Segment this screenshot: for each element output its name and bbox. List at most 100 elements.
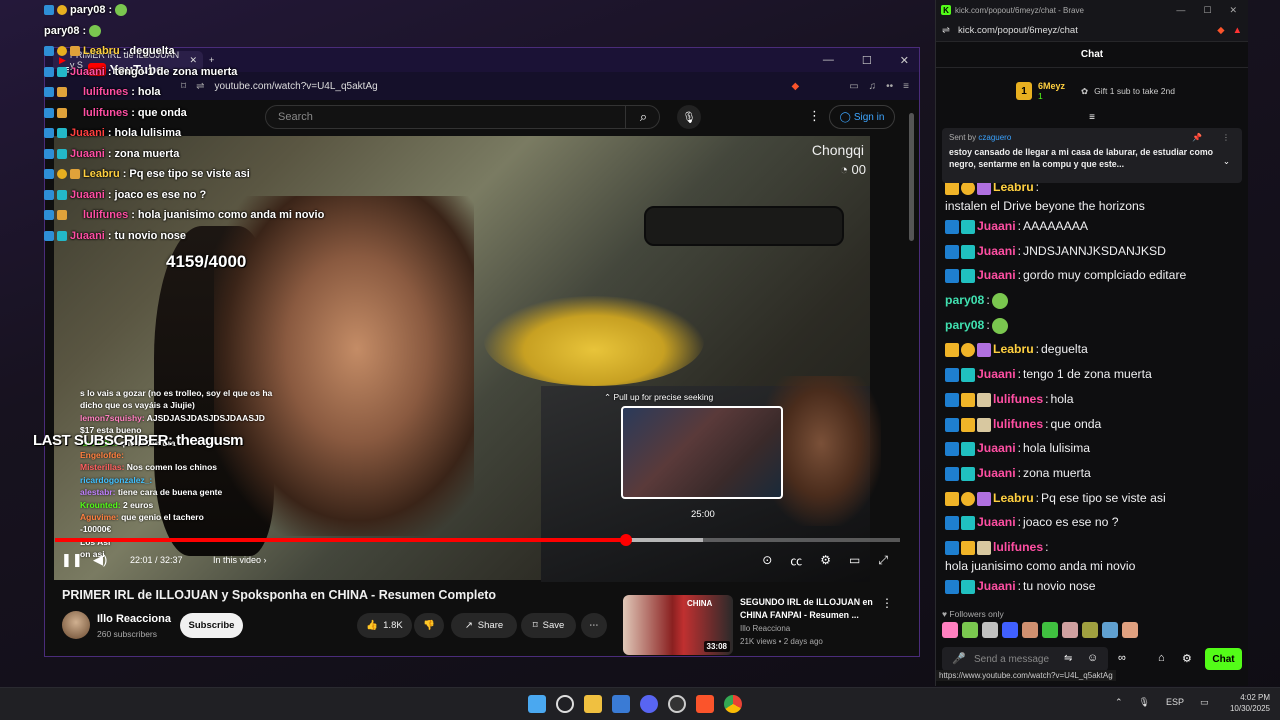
- menu-icon[interactable]: ≡: [903, 81, 909, 92]
- points-icon[interactable]: ∞: [1118, 652, 1126, 664]
- voice-search-button[interactable]: 🎙: [677, 105, 701, 129]
- file-explorer-icon[interactable]: [584, 695, 602, 713]
- chat-message[interactable]: Juaani: hola lulisima: [945, 437, 1235, 462]
- collapse-icon[interactable]: ≡: [936, 112, 1248, 123]
- recommended-thumbnail[interactable]: CHINA 33:08: [623, 595, 733, 655]
- store-icon[interactable]: [612, 695, 630, 713]
- chat-message[interactable]: pary08:: [945, 314, 1235, 339]
- channel-name[interactable]: Illo Reacciona: [97, 613, 171, 625]
- chat-settings-icon[interactable]: ⚙: [1182, 652, 1192, 665]
- emote-icon[interactable]: [1122, 622, 1138, 638]
- pinned-menu-icon[interactable]: ⋮: [1222, 133, 1230, 142]
- scrollbar-thumb[interactable]: [909, 113, 914, 241]
- site-info-icon[interactable]: ⇌: [942, 25, 950, 36]
- chat-message[interactable]: Leabru: deguelta: [945, 338, 1235, 363]
- minimize-button[interactable]: —: [823, 54, 834, 67]
- channel-avatar[interactable]: [62, 611, 90, 639]
- more-actions-button[interactable]: ⋯: [581, 613, 607, 638]
- kick-maximize-button[interactable]: ☐: [1203, 5, 1211, 16]
- chat-username[interactable]: lulifunes: [993, 391, 1043, 408]
- subscribe-button[interactable]: Subscribe: [180, 613, 243, 638]
- gift-text[interactable]: Gift 1 sub to take 2nd: [1094, 86, 1175, 96]
- chat-message[interactable]: pary08:: [945, 289, 1235, 314]
- autoplay-toggle[interactable]: ⊙: [762, 553, 772, 567]
- close-window-button[interactable]: ✕: [900, 54, 909, 67]
- emote-icon[interactable]: [1002, 622, 1018, 638]
- chat-message[interactable]: lulifunes: hola juanisimo como anda mi n…: [945, 536, 1235, 575]
- chat-message[interactable]: lulifunes: que onda: [945, 413, 1235, 438]
- volume-icon[interactable]: ◀): [93, 552, 107, 568]
- emote-icon[interactable]: [1042, 622, 1058, 638]
- chevron-up-icon[interactable]: ⌃: [1115, 697, 1123, 708]
- chat-message[interactable]: Juaani: zona muerta: [945, 462, 1235, 487]
- pinned-user[interactable]: czaguero: [978, 133, 1011, 142]
- network-icon[interactable]: ▭: [1200, 697, 1209, 708]
- recommended-title[interactable]: SEGUNDO IRL de ILLOJUAN en CHINA FANPAI …: [740, 596, 875, 621]
- chat-username[interactable]: Juaani: [977, 440, 1016, 457]
- start-icon[interactable]: [528, 695, 546, 713]
- brave-taskbar-icon[interactable]: [696, 695, 714, 713]
- extensions-icon[interactable]: ••: [886, 81, 893, 92]
- chat-message[interactable]: Juaani: tengo 1 de zona muerta: [945, 363, 1235, 388]
- chat-username[interactable]: Juaani: [977, 267, 1016, 284]
- dislike-button[interactable]: 👎: [414, 613, 444, 638]
- music-icon[interactable]: ♫: [869, 81, 877, 92]
- mic-tray-icon[interactable]: 🎙: [1139, 697, 1150, 708]
- brave-shield-icon[interactable]: ◆: [1217, 25, 1224, 36]
- translate-icon[interactable]: ⇋: [1064, 653, 1072, 664]
- emote-icon[interactable]: [1082, 622, 1098, 638]
- chrome-icon[interactable]: [724, 695, 742, 713]
- discord-icon[interactable]: [640, 695, 658, 713]
- chat-message[interactable]: Leabru: Pq ese tipo se viste asi: [945, 487, 1235, 512]
- recommended-menu-icon[interactable]: ⋮: [881, 596, 893, 610]
- chat-username[interactable]: Juaani: [977, 243, 1016, 260]
- brave-rewards-icon[interactable]: ▲: [1233, 25, 1242, 36]
- more-options-icon[interactable]: ⋮: [808, 108, 821, 124]
- progress-bar[interactable]: [55, 534, 900, 546]
- chat-message[interactable]: Juaani: JNDSJANNJKSDANJKSD: [945, 240, 1235, 265]
- chat-message[interactable]: Juaani: joaco es ese no ?: [945, 511, 1235, 536]
- share-button[interactable]: ↗ Share: [451, 613, 517, 638]
- fullscreen-icon[interactable]: ⤢: [878, 553, 888, 568]
- chat-message[interactable]: lulifunes: hola: [945, 388, 1235, 413]
- emoji-icon[interactable]: ☺: [1087, 652, 1098, 664]
- chat-username[interactable]: Juaani: [977, 218, 1016, 235]
- chat-message[interactable]: Juaani: gordo muy complciado editare: [945, 264, 1235, 289]
- search-icon[interactable]: [556, 695, 574, 713]
- language-indicator[interactable]: ESP: [1166, 697, 1184, 708]
- chat-username[interactable]: Leabru: [993, 490, 1034, 507]
- chat-username[interactable]: lulifunes: [993, 539, 1043, 556]
- search-button[interactable]: ⌕: [625, 105, 661, 129]
- kick-url[interactable]: kick.com/popout/6meyz/chat: [958, 25, 1078, 36]
- chevron-down-icon[interactable]: ⌄: [1223, 156, 1230, 167]
- settings-icon[interactable]: ⚙: [820, 553, 831, 567]
- chat-username[interactable]: Juaani: [977, 366, 1016, 383]
- chat-message[interactable]: Juaani: tu novio nose: [945, 575, 1235, 600]
- brave-shield-icon[interactable]: ◆: [791, 81, 799, 92]
- media-icon[interactable]: ▭: [849, 81, 858, 92]
- emote-icon[interactable]: [982, 622, 998, 638]
- kick-minimize-button[interactable]: —: [1176, 5, 1185, 16]
- chat-username[interactable]: pary08: [945, 292, 984, 309]
- captions-icon[interactable]: ㏄: [790, 552, 802, 569]
- save-button[interactable]: ⌑ Save: [521, 613, 576, 638]
- emote-icon[interactable]: [962, 622, 978, 638]
- emote-icon[interactable]: [1022, 622, 1038, 638]
- store-icon[interactable]: ⌂: [1158, 652, 1165, 664]
- pin-icon[interactable]: 📌: [1192, 133, 1202, 142]
- chat-username[interactable]: lulifunes: [993, 416, 1043, 433]
- chat-username[interactable]: pary08: [945, 317, 984, 334]
- emote-icon[interactable]: [1062, 622, 1078, 638]
- chat-username[interactable]: Leabru: [993, 341, 1034, 358]
- chat-message[interactable]: Juaani: AAAAAAAA: [945, 215, 1235, 240]
- miniplayer-icon[interactable]: ▭: [849, 553, 860, 567]
- like-button[interactable]: 👍 1.8K: [357, 613, 412, 638]
- sign-in-button[interactable]: ◯ Sign in: [829, 105, 895, 129]
- maximize-button[interactable]: ☐: [862, 54, 872, 67]
- chat-username[interactable]: Juaani: [977, 465, 1016, 482]
- kick-close-button[interactable]: ✕: [1229, 5, 1237, 16]
- obs-icon[interactable]: [668, 695, 686, 713]
- page-scrollbar[interactable]: [909, 103, 915, 653]
- emote-icon[interactable]: [1102, 622, 1118, 638]
- chat-username[interactable]: Juaani: [977, 578, 1016, 595]
